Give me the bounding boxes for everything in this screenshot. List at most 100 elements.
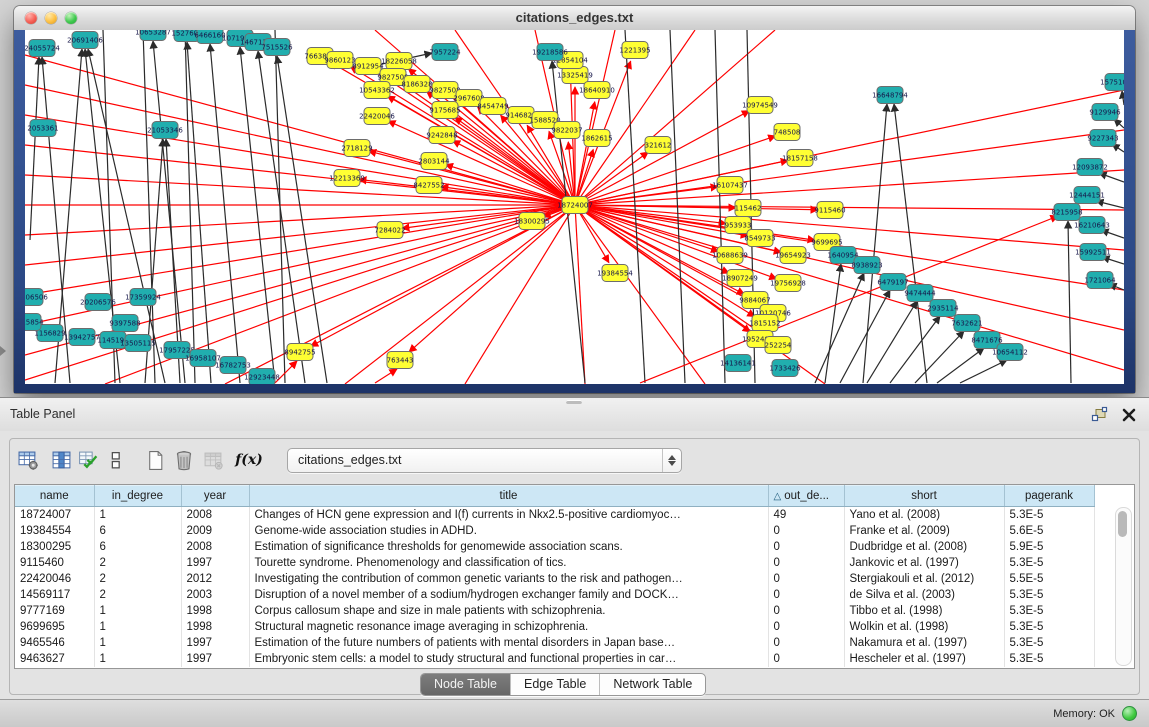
close-button[interactable] xyxy=(25,12,37,24)
graph-node[interactable]: 9175685 xyxy=(429,102,460,119)
column-header-out_de[interactable]: △out_de... xyxy=(768,486,844,507)
graph-node[interactable]: 13325419 xyxy=(557,67,593,84)
graph-node[interactable]: 748508 xyxy=(774,124,801,141)
close-panel-button[interactable] xyxy=(1119,405,1139,425)
delete-table-button[interactable] xyxy=(201,448,225,472)
graph-node[interactable]: 9397588 xyxy=(109,315,140,332)
graph-node[interactable]: 25206506 xyxy=(25,289,48,306)
graph-node[interactable]: 19384554 xyxy=(597,265,633,282)
table-mode-button[interactable] xyxy=(16,448,40,472)
graph-node[interactable]: 10974549 xyxy=(742,97,778,114)
graph-node[interactable]: 16782753 xyxy=(215,357,251,374)
graph-node[interactable]: 2935114 xyxy=(927,300,959,317)
graph-node[interactable]: 2718129 xyxy=(341,140,372,157)
scrollbar-thumb[interactable] xyxy=(1118,511,1127,537)
select-all-button[interactable] xyxy=(76,448,100,472)
graph-node[interactable]: 1862615 xyxy=(581,130,612,147)
table-selector-dropdown[interactable]: citations_edges.txt xyxy=(287,448,682,473)
graph-node[interactable]: 12923448 xyxy=(244,369,280,385)
graph-node[interactable]: 12213369 xyxy=(329,170,365,187)
graph-node[interactable]: 252254 xyxy=(765,337,792,354)
table-row[interactable]: 969969511998Structural magnetic resonanc… xyxy=(15,619,1094,635)
graph-node[interactable]: 14136141 xyxy=(720,355,756,372)
graph-node[interactable]: 8942755 xyxy=(284,344,315,361)
graph-node[interactable]: 10654112 xyxy=(992,344,1028,361)
column-header-short[interactable]: short xyxy=(844,486,1004,507)
tab-network-table[interactable]: Network Table xyxy=(599,674,705,695)
split-pane-handle[interactable] xyxy=(566,400,582,404)
graph-node[interactable]: 13505115 xyxy=(120,335,156,352)
graph-node[interactable]: 9242848 xyxy=(426,127,457,144)
create-column-button[interactable] xyxy=(143,448,167,472)
graph-node[interactable]: 1815152 xyxy=(749,315,780,332)
graph-node[interactable]: 18640910 xyxy=(579,82,615,99)
column-header-pagerank[interactable]: pagerank xyxy=(1004,486,1094,507)
show-column-button[interactable] xyxy=(49,448,73,472)
table-row[interactable]: 1830029562008Estimation of significance … xyxy=(15,539,1094,555)
graph-node[interactable]: 19654923 xyxy=(775,247,811,264)
graph-node[interactable]: 22420046 xyxy=(359,108,395,125)
graph-node[interactable]: 10543362 xyxy=(359,82,395,99)
graph-node[interactable]: 18157158 xyxy=(782,150,818,167)
graph-node[interactable]: 12093872 xyxy=(1072,159,1108,176)
table-row[interactable]: 1938455462009Genome-wide association stu… xyxy=(15,523,1094,539)
table-row[interactable]: 946362711997Embryonic stem cells: a mode… xyxy=(15,651,1094,667)
graph-node[interactable]: 20691406 xyxy=(67,32,103,49)
table-row[interactable]: 977716911998Corpus callosum shape and si… xyxy=(15,603,1094,619)
graph-node[interactable]: 15751074 xyxy=(1100,74,1124,91)
graph-node[interactable]: 19218586 xyxy=(532,44,568,61)
graph-node[interactable]: 8186328 xyxy=(401,76,432,93)
graph-node[interactable]: 20206576 xyxy=(80,294,116,311)
zoom-button[interactable] xyxy=(65,12,77,24)
network-canvas[interactable]: 1872400776638229860123891295418226058982… xyxy=(25,30,1124,384)
graph-node[interactable]: 8454749 xyxy=(477,98,508,115)
graph-node[interactable]: 10688639 xyxy=(712,247,748,264)
graph-node[interactable]: 115462 xyxy=(735,200,762,217)
float-panel-button[interactable] xyxy=(1089,405,1109,425)
graph-node[interactable]: 1733426 xyxy=(769,360,801,377)
column-header-title[interactable]: title xyxy=(249,486,768,507)
graph-node[interactable]: 17359924 xyxy=(125,289,161,306)
graph-node[interactable]: 15992511 xyxy=(1075,244,1111,261)
column-header-in_degree[interactable]: in_degree xyxy=(94,486,181,507)
delete-column-button[interactable] xyxy=(172,448,196,472)
graph-node[interactable]: 10653287 xyxy=(135,30,171,41)
graph-node[interactable]: 19756928 xyxy=(770,275,806,292)
graph-node[interactable]: 9129946 xyxy=(1089,104,1121,121)
graph-node[interactable]: 1721064 xyxy=(1084,272,1116,289)
graph-node[interactable]: 21053346 xyxy=(147,122,183,139)
row-height-button[interactable] xyxy=(103,448,127,472)
graph-node[interactable]: 7284022 xyxy=(374,222,405,239)
table-row[interactable]: 2242004622012Investigating the contribut… xyxy=(15,571,1094,587)
graph-node[interactable]: 2053361 xyxy=(27,120,58,137)
graph-node[interactable]: 8549733 xyxy=(744,230,775,247)
vertical-scrollbar[interactable] xyxy=(1115,507,1132,666)
graph-node[interactable]: 7632621 xyxy=(951,315,982,332)
graph-node[interactable]: 9115460 xyxy=(814,202,845,219)
graph-node[interactable]: 7515526 xyxy=(261,39,293,56)
panel-collapse-arrow[interactable] xyxy=(0,346,6,356)
graph-node[interactable]: 8215958 xyxy=(1051,204,1082,221)
window-titlebar[interactable]: citations_edges.txt xyxy=(14,6,1135,31)
column-header-name[interactable]: name xyxy=(15,486,94,507)
graph-node[interactable]: 9474444 xyxy=(904,285,936,302)
graph-node[interactable]: 13942757 xyxy=(64,329,100,346)
graph-node[interactable]: 9822037 xyxy=(551,122,582,139)
graph-node[interactable]: 18907249 xyxy=(722,270,758,287)
column-header-year[interactable]: year xyxy=(181,486,249,507)
graph-node[interactable]: 7957224 xyxy=(429,44,461,61)
graph-node[interactable]: 18226058 xyxy=(381,53,417,70)
minimize-button[interactable] xyxy=(45,12,57,24)
graph-node[interactable]: 9860123 xyxy=(324,52,355,69)
graph-node[interactable]: 16648794 xyxy=(872,87,908,104)
graph-node[interactable]: 3915854 xyxy=(25,314,44,331)
graph-node[interactable]: 8912954 xyxy=(352,58,384,75)
graph-node[interactable]: 24055724 xyxy=(25,40,60,57)
graph-node[interactable]: 6466160 xyxy=(194,30,225,44)
graph-node[interactable]: 1221395 xyxy=(619,42,650,59)
graph-node[interactable]: 8427552 xyxy=(413,177,444,194)
graph-node[interactable]: 12444151 xyxy=(1069,187,1105,204)
graph-node[interactable]: 16210643 xyxy=(1074,217,1110,234)
table-row[interactable]: 946554611997Estimation of the future num… xyxy=(15,635,1094,651)
graph-node[interactable]: 9227343 xyxy=(1087,130,1118,147)
